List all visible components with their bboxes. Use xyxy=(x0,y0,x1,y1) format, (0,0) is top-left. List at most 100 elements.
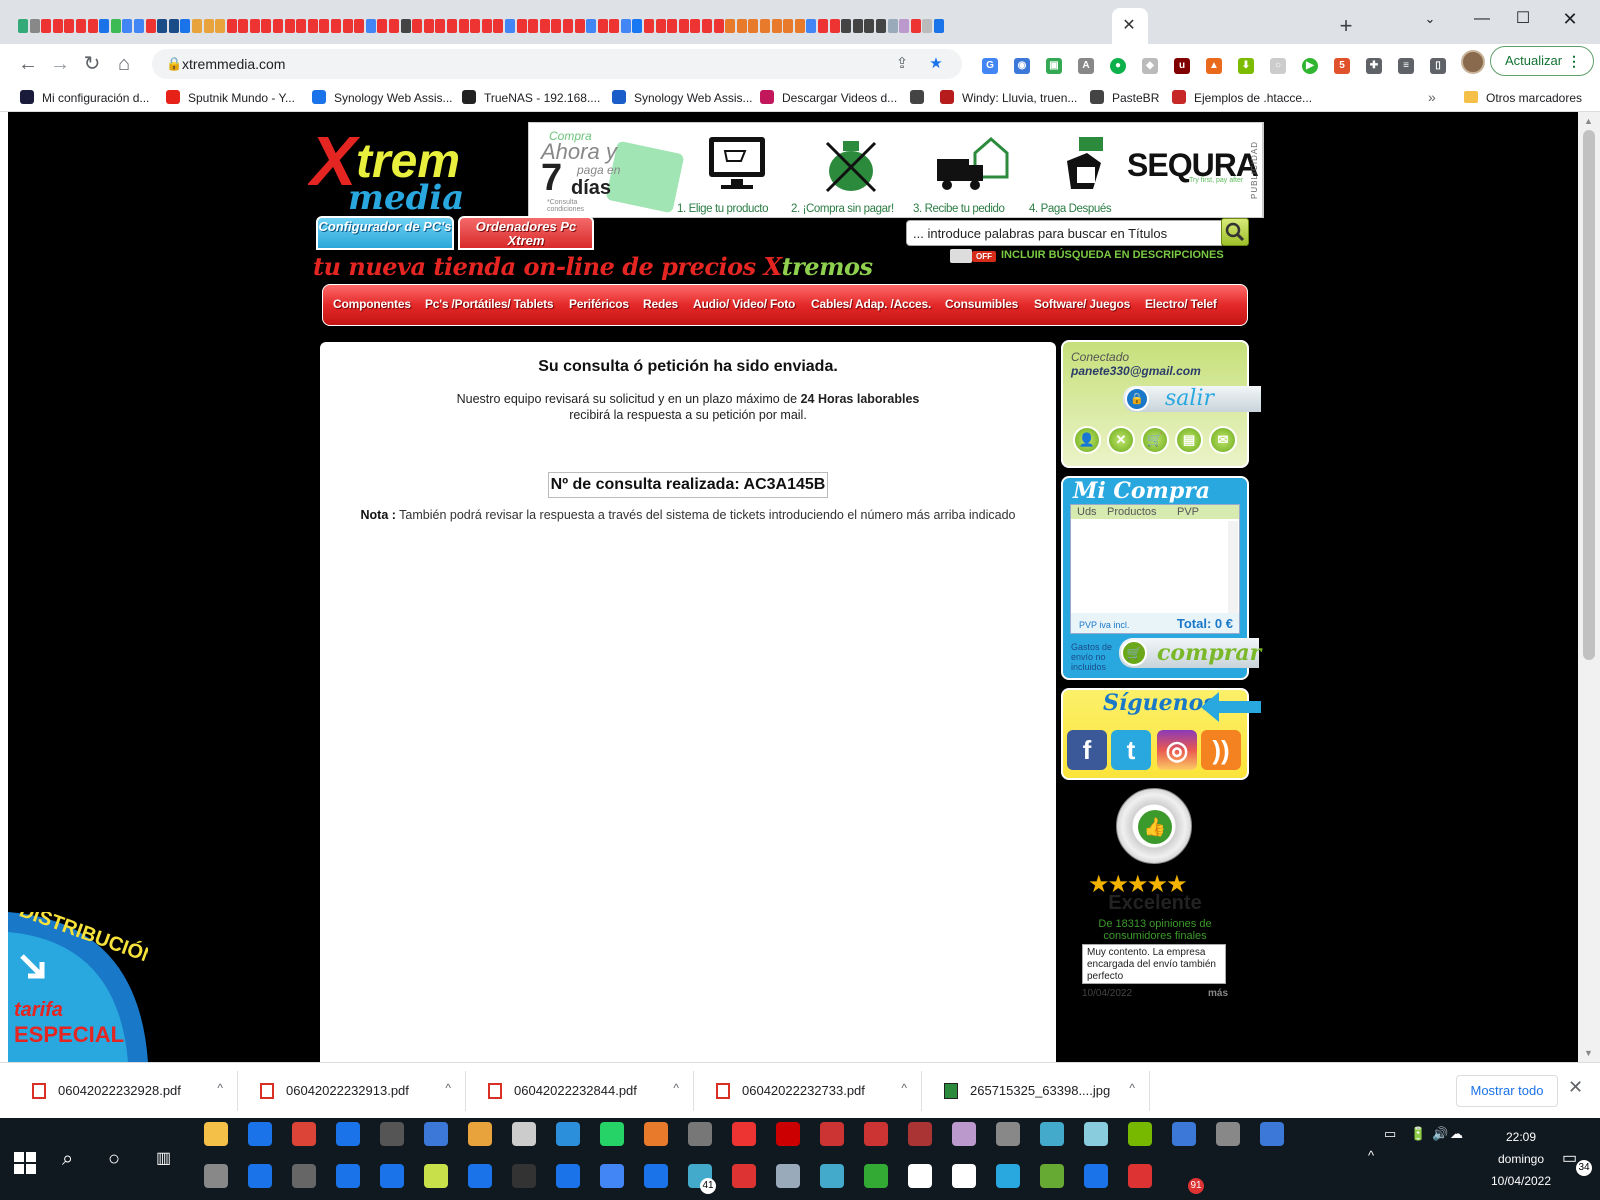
taskbar-app-icon[interactable] xyxy=(996,1164,1020,1188)
taskbar-app-icon[interactable] xyxy=(1084,1164,1108,1188)
side-panel-icon[interactable]: ▯ xyxy=(1430,58,1446,74)
tab-favicon-icon[interactable] xyxy=(400,18,411,33)
vlc-extension-icon[interactable]: ▲ xyxy=(1206,58,1222,74)
documents-icon[interactable]: ▤ xyxy=(1175,426,1203,454)
account-icon[interactable]: 👤 xyxy=(1073,426,1101,454)
tab-favicon-icon[interactable] xyxy=(18,18,28,33)
app-icon[interactable] xyxy=(952,1122,976,1146)
nav-item-7[interactable]: Software/ Juegos xyxy=(1034,297,1130,311)
app-icon[interactable] xyxy=(1040,1122,1064,1146)
taskbar-app-icon[interactable] xyxy=(776,1164,800,1188)
clock[interactable]: 22:09 domingo 10/04/2022 xyxy=(1476,1126,1566,1192)
cart-scrollbar[interactable] xyxy=(1228,521,1238,613)
tab-favicon-icon[interactable] xyxy=(110,18,121,33)
tab-favicon-icon[interactable] xyxy=(922,18,933,33)
bookmark-item[interactable]: PasteBR xyxy=(1090,89,1159,107)
tab-favicon-icon[interactable] xyxy=(760,18,770,33)
scroll-down-icon[interactable]: ▼ xyxy=(1584,1048,1593,1058)
tab-favicon-icon[interactable] xyxy=(736,18,747,33)
tab-favicon-icon[interactable] xyxy=(342,18,353,33)
file-explorer-icon[interactable] xyxy=(204,1122,228,1146)
search-button[interactable] xyxy=(1221,218,1249,246)
forward-icon[interactable]: → xyxy=(46,50,74,78)
store-icon[interactable] xyxy=(248,1122,272,1146)
media-control-icon[interactable]: ≡ xyxy=(1398,58,1414,74)
tab-favicon-icon[interactable] xyxy=(354,18,365,33)
bookmark-item[interactable]: Ejemplos de .htacce... xyxy=(1172,89,1312,107)
download-options-chevron-icon[interactable]: ^ xyxy=(217,1081,223,1095)
bookmark-star-icon[interactable]: ★ xyxy=(926,54,946,74)
scroll-up-icon[interactable]: ▲ xyxy=(1584,116,1593,126)
tab-favicon-icon[interactable] xyxy=(481,18,492,33)
tab-favicon-icon[interactable] xyxy=(597,18,608,33)
tab-favicon-icon[interactable] xyxy=(702,18,713,33)
tab-favicon-icon[interactable] xyxy=(678,18,689,33)
tab-favicon-icon[interactable] xyxy=(528,18,539,33)
tab-favicon-icon[interactable] xyxy=(284,18,295,33)
tab-favicon-icon[interactable] xyxy=(933,18,944,33)
shield-extension-icon[interactable]: ◆ xyxy=(1142,58,1158,74)
tab-favicon-icon[interactable] xyxy=(99,18,110,33)
tab-favicon-icon[interactable] xyxy=(470,18,481,33)
tab-favicon-icon[interactable] xyxy=(261,18,272,33)
taskbar-app-icon[interactable] xyxy=(600,1164,624,1188)
tab-favicon-icon[interactable] xyxy=(504,18,515,33)
tab-favicon-icon[interactable] xyxy=(29,18,40,33)
tab-favicon-icon[interactable] xyxy=(493,18,504,33)
tab-favicon-icon[interactable] xyxy=(829,18,840,33)
taskbar-app-icon[interactable] xyxy=(952,1164,976,1188)
tab-favicon-icon[interactable] xyxy=(806,18,817,33)
tab-favicon-icon[interactable] xyxy=(713,18,724,33)
extensions-puzzle-icon[interactable]: ✚ xyxy=(1366,58,1382,74)
pin-extension-icon[interactable]: ⬇ xyxy=(1238,58,1254,74)
play-extension-icon[interactable]: ▶ xyxy=(1302,58,1318,74)
tab-favicon-icon[interactable] xyxy=(249,18,260,33)
tab-favicon-icon[interactable] xyxy=(180,18,191,33)
remove-account-icon[interactable]: ✕ xyxy=(1107,426,1135,454)
nav-item-1[interactable]: Pc's /Portátiles/ Tablets xyxy=(425,297,554,311)
maximize-button[interactable]: ☐ xyxy=(1506,6,1540,32)
instagram-icon[interactable]: ◎ xyxy=(1157,730,1197,770)
menu-dots-icon[interactable]: ⋮ xyxy=(1567,47,1581,75)
app-icon[interactable] xyxy=(644,1122,668,1146)
tab-favicon-icon[interactable] xyxy=(539,18,550,33)
app-icon[interactable] xyxy=(688,1122,712,1146)
minimize-button[interactable]: — xyxy=(1465,6,1499,32)
tab-favicon-icon[interactable] xyxy=(783,18,794,33)
nav-item-5[interactable]: Cables/ Adap. /Acces. xyxy=(811,297,931,311)
facebook-icon[interactable]: f xyxy=(1067,730,1107,770)
tab-favicon-icon[interactable] xyxy=(435,18,446,33)
tab-favicon-icon[interactable] xyxy=(273,18,284,33)
tab-favicon-icon[interactable] xyxy=(389,18,399,33)
tab-favicon-icon[interactable] xyxy=(191,18,202,33)
distribution-special-rate-badge[interactable]: DISTRIBUCIÓN tarifa ESPECIAL xyxy=(8,912,148,1062)
windows-start-icon[interactable] xyxy=(14,1152,36,1174)
ordenadores-pc-xtrem-button[interactable]: Ordenadores Pc Xtrem xyxy=(458,216,594,250)
taskbar-app-icon[interactable] xyxy=(1128,1164,1152,1188)
download-item[interactable]: 06042022232928.pdf ^ xyxy=(10,1071,238,1111)
close-downloads-icon[interactable]: ✕ xyxy=(1568,1077,1583,1098)
close-window-button[interactable]: ✕ xyxy=(1553,6,1587,32)
bookmark-item[interactable]: Windy: Lluvia, truen... xyxy=(940,89,1077,107)
tab-favicon-icon[interactable] xyxy=(458,18,469,33)
tab-favicon-icon[interactable] xyxy=(632,18,643,33)
bookmark-item[interactable]: Sputnik Mundo - Y... xyxy=(166,89,295,107)
app-icon[interactable] xyxy=(556,1122,580,1146)
download-options-chevron-icon[interactable]: ^ xyxy=(901,1081,907,1095)
download-options-chevron-icon[interactable]: ^ xyxy=(1129,1081,1135,1095)
globe-extension-icon[interactable]: ◉ xyxy=(1014,58,1030,74)
nav-item-2[interactable]: Periféricos xyxy=(569,297,629,311)
mail-icon[interactable] xyxy=(336,1122,360,1146)
home-icon[interactable]: ⌂ xyxy=(110,50,138,78)
tab-favicon-icon[interactable] xyxy=(203,18,214,33)
tab-favicon-icon[interactable] xyxy=(817,18,828,33)
show-all-downloads-button[interactable]: Mostrar todo xyxy=(1456,1075,1558,1107)
tab-favicon-icon[interactable] xyxy=(620,18,631,33)
update-button[interactable]: Actualizar ⋮ xyxy=(1490,46,1594,76)
tray-overflow-icon[interactable]: ^ xyxy=(1368,1148,1374,1163)
network-icon[interactable]: ▭ xyxy=(1384,1126,1396,1142)
tab-favicon-icon[interactable] xyxy=(562,18,573,33)
nav-item-3[interactable]: Redes xyxy=(643,297,678,311)
adblock-plus-icon[interactable]: A xyxy=(1078,58,1094,74)
taskbar-app-icon[interactable] xyxy=(468,1164,492,1188)
